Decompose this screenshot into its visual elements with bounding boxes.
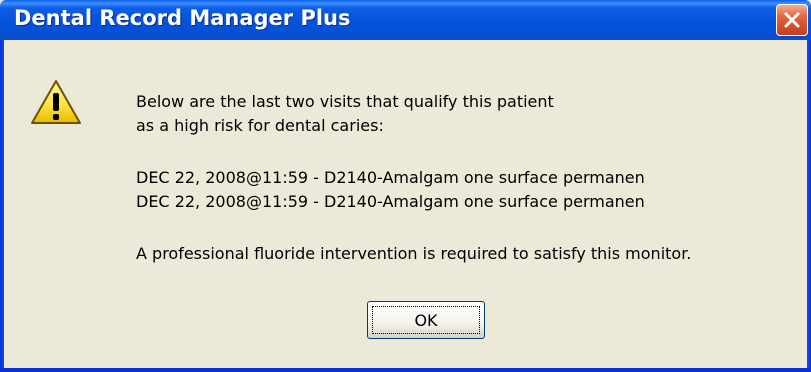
window-title: Dental Record Manager Plus — [14, 6, 351, 30]
visit-line-2: DEC 22, 2008@11:59 - D2140-Amalgam one s… — [136, 192, 645, 211]
visit-line-1: DEC 22, 2008@11:59 - D2140-Amalgam one s… — [136, 168, 645, 187]
focus-ring — [372, 306, 480, 334]
window-frame-bottom — [0, 368, 811, 372]
window-frame-right — [807, 40, 811, 372]
ok-button[interactable]: OK — [367, 301, 485, 339]
dialog-window: Dental Record Manager Plus Below are the — [0, 0, 811, 372]
close-icon — [784, 12, 800, 28]
title-bar[interactable]: Dental Record Manager Plus — [0, 0, 811, 40]
window-frame-left — [0, 40, 4, 372]
warning-icon — [30, 78, 82, 130]
intervention-message: A professional fluoride intervention is … — [136, 244, 692, 263]
message-line-1: Below are the last two visits that quali… — [136, 92, 554, 111]
close-button[interactable] — [776, 4, 808, 36]
message-line-2: as a high risk for dental caries: — [136, 116, 384, 135]
